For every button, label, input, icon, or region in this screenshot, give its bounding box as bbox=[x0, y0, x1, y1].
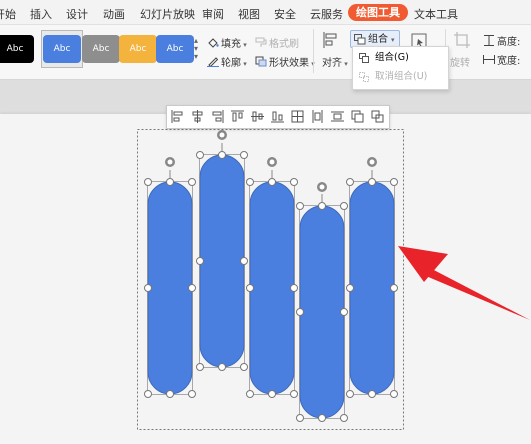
align-left-icon bbox=[323, 32, 337, 48]
paint-bucket-icon bbox=[208, 38, 219, 48]
gallery-more-icon[interactable]: ▴ ▾ ▾ bbox=[192, 37, 200, 63]
tab-insert[interactable]: 插入 bbox=[30, 6, 52, 22]
style-swatch-blue-2[interactable]: Abc bbox=[156, 35, 194, 63]
ungroup-icon bbox=[359, 72, 369, 82]
ribbon-divider bbox=[313, 29, 314, 73]
tab-slideshow[interactable]: 幻灯片放映 bbox=[140, 6, 195, 22]
tab-drawing-tools[interactable]: 绘图工具 bbox=[348, 4, 408, 21]
outline-label: 轮廓 bbox=[221, 58, 241, 69]
group-icon bbox=[359, 53, 369, 63]
crop-icon bbox=[454, 32, 470, 48]
distribute-columns-icon[interactable] bbox=[311, 110, 324, 123]
fill-button[interactable]: 填充 ▾ bbox=[207, 35, 247, 50]
fill-label: 填充 bbox=[221, 39, 241, 50]
tab-view[interactable]: 视图 bbox=[238, 6, 260, 22]
tab-security[interactable]: 安全 bbox=[274, 6, 296, 22]
align-button[interactable]: 对齐 ▾ bbox=[322, 54, 348, 69]
distribute-horizontal-icon[interactable] bbox=[291, 110, 304, 123]
bring-forward-icon[interactable] bbox=[351, 110, 364, 123]
menu-item-group-label: 组合(G) bbox=[375, 52, 409, 63]
width-label: 宽度: bbox=[497, 56, 521, 67]
rotate-button[interactable]: 旋转 bbox=[450, 54, 470, 69]
crop-button[interactable] bbox=[453, 31, 471, 52]
align-label: 对齐 bbox=[322, 58, 342, 69]
outline-button[interactable]: 轮廓 ▾ bbox=[207, 54, 247, 69]
align-icon-button[interactable] bbox=[322, 31, 338, 52]
shape-effects-icon bbox=[255, 56, 267, 67]
style-swatch-blue[interactable]: Abc bbox=[43, 35, 81, 63]
tab-cloud-service[interactable]: 云服务 bbox=[310, 6, 343, 22]
tab-animation[interactable]: 动画 bbox=[103, 6, 125, 22]
tab-text-tools[interactable]: 文本工具 bbox=[414, 6, 458, 22]
align-right-icon[interactable] bbox=[211, 110, 224, 123]
width-icon bbox=[483, 55, 495, 64]
align-left-icon[interactable] bbox=[171, 110, 184, 123]
pen-outline-icon bbox=[207, 57, 219, 67]
shape-effects-button[interactable]: 形状效果 ▾ bbox=[255, 54, 315, 69]
menu-item-group[interactable]: 组合(G) bbox=[353, 49, 446, 67]
width-control[interactable]: 宽度: bbox=[483, 52, 520, 67]
quick-align-toolbar bbox=[166, 105, 390, 129]
format-painter-button[interactable]: 格式刷 bbox=[255, 35, 299, 50]
distribute-rows-icon[interactable] bbox=[331, 110, 344, 123]
format-painter-icon bbox=[255, 37, 267, 47]
align-middle-icon[interactable] bbox=[251, 110, 264, 123]
format-painter-label: 格式刷 bbox=[269, 39, 299, 50]
height-label: 高度: bbox=[497, 37, 521, 48]
group-icon bbox=[354, 34, 366, 45]
style-swatch-gray[interactable]: Abc bbox=[82, 35, 120, 63]
editing-canvas bbox=[0, 80, 531, 444]
rotate-label: 旋转 bbox=[450, 58, 470, 69]
style-swatch-black[interactable]: Abc bbox=[0, 35, 34, 63]
shape-effects-label: 形状效果 bbox=[269, 58, 309, 69]
menu-tab-bar: 开始 插入 设计 动画 幻灯片放映 审阅 视图 安全 云服务 绘图工具 文本工具 bbox=[0, 0, 531, 25]
group-shapes-icon[interactable] bbox=[371, 110, 384, 123]
align-center-icon[interactable] bbox=[191, 110, 204, 123]
group-dropdown-menu: 组合(G) 取消组合(U) bbox=[352, 46, 449, 90]
align-top-icon[interactable] bbox=[231, 110, 244, 123]
height-control[interactable]: 高度: bbox=[483, 33, 520, 48]
tab-design[interactable]: 设计 bbox=[66, 6, 88, 22]
tab-review[interactable]: 审阅 bbox=[202, 6, 224, 22]
height-icon bbox=[484, 35, 494, 46]
menu-item-ungroup-label: 取消组合(U) bbox=[375, 71, 428, 82]
style-swatch-orange[interactable]: Abc bbox=[119, 35, 157, 63]
menu-item-ungroup[interactable]: 取消组合(U) bbox=[353, 68, 446, 86]
align-bottom-icon[interactable] bbox=[271, 110, 284, 123]
tab-home[interactable]: 开始 bbox=[0, 6, 16, 22]
slide-page[interactable] bbox=[0, 114, 531, 444]
ribbon-toolbar: Abc Abc Abc Abc Abc ▴ ▾ ▾ 填充 ▾ 格式刷 轮廓 ▾ 形状… bbox=[0, 25, 531, 80]
